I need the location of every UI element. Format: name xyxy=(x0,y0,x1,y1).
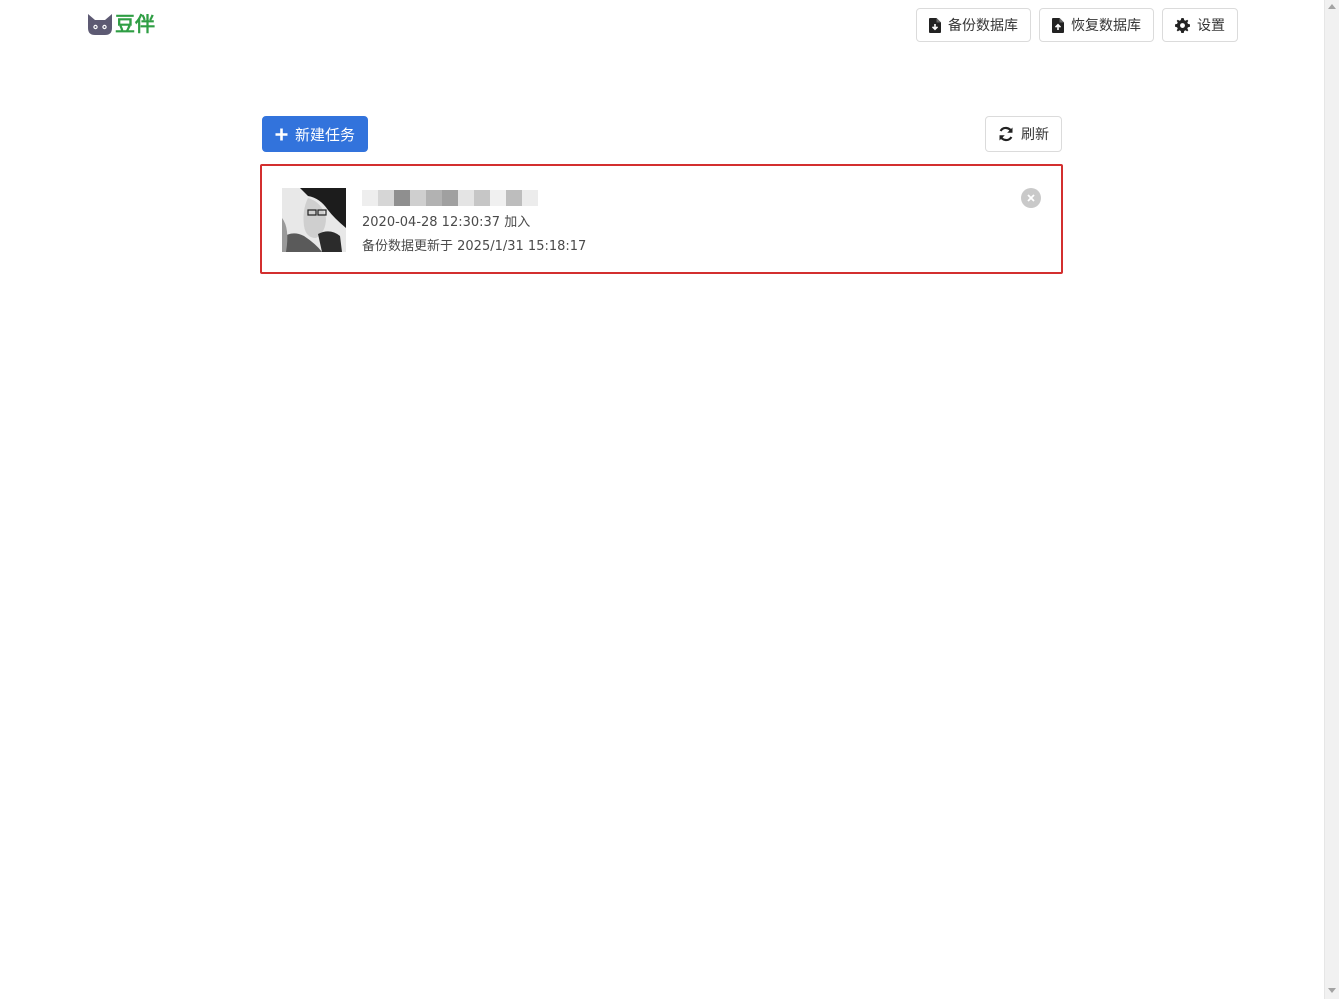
task-backup-updated: 备份数据更新于 2025/1/31 15:18:17 xyxy=(362,239,587,254)
logo-text: 豆伴 xyxy=(115,12,155,36)
app-page: 豆伴 备份数据库 恢复数据库 设置 新建任务 刷新 2020-04-28 12:… xyxy=(0,0,1339,999)
plus-icon xyxy=(275,128,288,141)
settings-button[interactable]: 设置 xyxy=(1162,8,1238,42)
backup-database-label: 备份数据库 xyxy=(948,18,1018,34)
page-scrollbar[interactable] xyxy=(1324,0,1339,999)
backup-database-button[interactable]: 备份数据库 xyxy=(916,8,1031,42)
logo[interactable]: 豆伴 xyxy=(86,12,155,36)
task-toolbar: 新建任务 刷新 xyxy=(260,116,1063,152)
close-icon xyxy=(1027,194,1035,202)
refresh-icon xyxy=(998,126,1014,142)
refresh-button[interactable]: 刷新 xyxy=(985,116,1062,152)
new-task-button[interactable]: 新建任务 xyxy=(262,116,369,152)
delete-task-button[interactable] xyxy=(1021,188,1041,208)
scroll-down-arrow-icon[interactable] xyxy=(1328,988,1336,993)
top-header: 豆伴 备份数据库 恢复数据库 设置 xyxy=(86,8,1238,44)
task-info: 2020-04-28 12:30:37 加入 备份数据更新于 2025/1/31… xyxy=(362,188,586,256)
new-task-label: 新建任务 xyxy=(295,125,356,144)
gear-icon xyxy=(1175,17,1190,33)
header-actions: 备份数据库 恢复数据库 设置 xyxy=(916,8,1238,42)
restore-database-label: 恢复数据库 xyxy=(1071,18,1141,34)
task-avatar xyxy=(282,188,346,252)
file-download-icon xyxy=(929,17,941,33)
file-upload-icon xyxy=(1052,17,1064,33)
settings-label: 设置 xyxy=(1197,18,1225,34)
main-content: 新建任务 刷新 2020-04-28 12:30:37 加入 备份数据更新于 2… xyxy=(260,116,1063,274)
task-added-time: 2020-04-28 12:30:37 加入 xyxy=(362,215,531,230)
refresh-label: 刷新 xyxy=(1021,127,1049,143)
scroll-up-arrow-icon[interactable] xyxy=(1328,4,1336,9)
restore-database-button[interactable]: 恢复数据库 xyxy=(1039,8,1154,42)
task-card[interactable]: 2020-04-28 12:30:37 加入 备份数据更新于 2025/1/31… xyxy=(260,164,1063,274)
cat-face-icon xyxy=(86,12,114,36)
task-name-redacted xyxy=(362,188,586,208)
